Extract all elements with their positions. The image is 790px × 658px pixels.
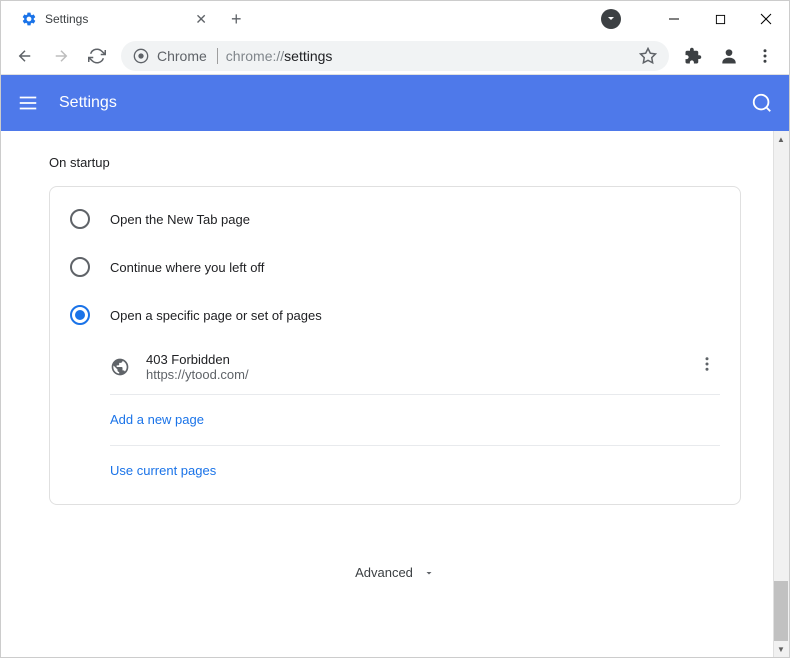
appbar-title: Settings bbox=[59, 94, 117, 112]
globe-icon bbox=[110, 357, 130, 377]
menu-button[interactable] bbox=[749, 40, 781, 72]
window-titlebar: Settings ✕ + bbox=[1, 1, 789, 37]
page-name: 403 Forbidden bbox=[146, 352, 678, 367]
add-page-link: Add a new page bbox=[110, 412, 204, 427]
chevron-down-icon bbox=[423, 567, 435, 579]
radio-label: Continue where you left off bbox=[110, 260, 264, 275]
gear-icon bbox=[21, 11, 37, 27]
more-actions-button[interactable] bbox=[694, 351, 720, 382]
radio-icon bbox=[70, 209, 90, 229]
omnibox-url: chrome://settings bbox=[226, 48, 333, 64]
scrollbar[interactable]: ▲ ▼ bbox=[773, 131, 789, 657]
section-title: On startup bbox=[49, 155, 741, 170]
page-url: https://ytood.com/ bbox=[146, 367, 678, 382]
omnibox-chip: Chrome bbox=[157, 48, 218, 64]
search-icon[interactable] bbox=[751, 92, 773, 114]
new-tab-button[interactable]: + bbox=[231, 9, 242, 30]
profile-button[interactable] bbox=[713, 40, 745, 72]
bookmark-icon[interactable] bbox=[639, 47, 657, 65]
radio-label: Open a specific page or set of pages bbox=[110, 308, 322, 323]
hamburger-icon[interactable] bbox=[17, 92, 39, 114]
scroll-up-icon[interactable]: ▲ bbox=[773, 131, 789, 147]
radio-icon bbox=[70, 257, 90, 277]
radio-label: Open the New Tab page bbox=[110, 212, 250, 227]
settings-appbar: Settings bbox=[1, 75, 789, 131]
omnibox[interactable]: Chrome chrome://settings bbox=[121, 41, 669, 71]
reload-button[interactable] bbox=[81, 40, 113, 72]
advanced-toggle[interactable]: Advanced bbox=[49, 545, 741, 590]
content-area: On startup Open the New Tab page Continu… bbox=[1, 131, 789, 657]
tab-title: Settings bbox=[45, 12, 187, 26]
incognito-icon[interactable] bbox=[601, 9, 621, 29]
radio-icon bbox=[70, 305, 90, 325]
option-specific-pages[interactable]: Open a specific page or set of pages bbox=[50, 291, 740, 339]
startup-page-entry: 403 Forbidden https://ytood.com/ bbox=[50, 339, 740, 394]
back-button[interactable] bbox=[9, 40, 41, 72]
option-continue[interactable]: Continue where you left off bbox=[50, 243, 740, 291]
extensions-button[interactable] bbox=[677, 40, 709, 72]
advanced-label: Advanced bbox=[355, 565, 413, 580]
scrollbar-thumb[interactable] bbox=[774, 581, 788, 641]
option-new-tab[interactable]: Open the New Tab page bbox=[50, 195, 740, 243]
address-bar: Chrome chrome://settings bbox=[1, 37, 789, 75]
use-current-row[interactable]: Use current pages bbox=[50, 446, 740, 496]
maximize-button[interactable] bbox=[697, 3, 743, 35]
use-current-link: Use current pages bbox=[110, 463, 216, 478]
scroll-down-icon[interactable]: ▼ bbox=[773, 641, 789, 657]
startup-card: Open the New Tab page Continue where you… bbox=[49, 186, 741, 505]
chrome-icon bbox=[133, 48, 149, 64]
browser-tab[interactable]: Settings ✕ bbox=[9, 2, 219, 36]
close-icon[interactable]: ✕ bbox=[195, 11, 207, 28]
add-page-row[interactable]: Add a new page bbox=[50, 395, 740, 445]
close-window-button[interactable] bbox=[743, 3, 789, 35]
minimize-button[interactable] bbox=[651, 3, 697, 35]
forward-button[interactable] bbox=[45, 40, 77, 72]
